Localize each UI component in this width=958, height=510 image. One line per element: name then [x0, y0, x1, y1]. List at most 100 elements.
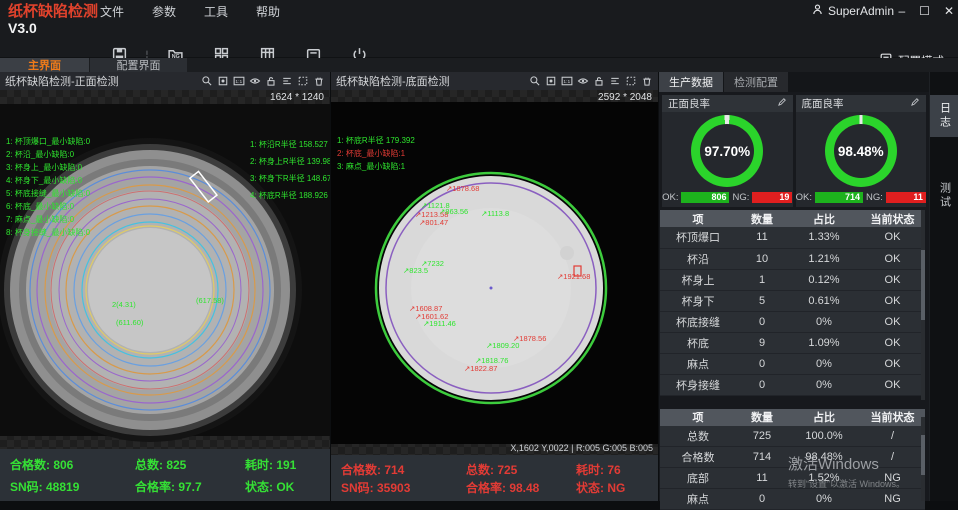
front-viewer-title: 纸杯缺陷检测-正面检测	[5, 73, 200, 89]
defect-marker-label: ↗1809.20	[486, 341, 519, 350]
table-cell: 0	[736, 374, 788, 395]
user-account[interactable]: SuperAdmin	[811, 0, 894, 22]
table-cell: 9	[736, 332, 788, 353]
ng-count: 11	[886, 192, 926, 203]
table-cell: 1	[736, 269, 788, 290]
ng-count: 19	[752, 192, 792, 203]
legend-line: 3: 麻点_最小缺陷:1	[337, 160, 415, 173]
window-controls: – ☐ ✕	[898, 0, 954, 22]
table-row[interactable]: 杯身接缝00%OK	[660, 374, 925, 395]
table-row[interactable]: 总数725100.0%/	[660, 426, 925, 447]
defect-table-scrollbar[interactable]	[921, 210, 925, 400]
table-cell: OK	[860, 290, 925, 311]
table-cell: 0%	[788, 374, 860, 395]
bottom-image-resolution: 2592 * 2048	[598, 92, 652, 103]
lock-icon[interactable]	[264, 75, 277, 88]
minimize-button[interactable]: –	[898, 4, 905, 18]
table-cell: /	[860, 426, 925, 447]
zoom-icon[interactable]	[528, 75, 541, 88]
measure-label: 2(4.31)	[112, 300, 136, 309]
measure-label: (611.60)	[116, 318, 143, 327]
defect-table-container: 项数量占比当前状态杯顶爆口111.33%OK杯沿101.21%OK杯身上10.1…	[659, 210, 929, 396]
menu-item-帮助[interactable]: 帮助	[256, 3, 280, 20]
lock-icon[interactable]	[592, 75, 605, 88]
zoom-icon[interactable]	[200, 75, 213, 88]
menu-item-工具[interactable]: 工具	[204, 3, 228, 20]
front-inspection-viewer: 纸杯缺陷检测-正面检测 1:1 1624 * 1240 1: 杯顶爆口_最小缺陷…	[0, 72, 330, 501]
summary-stats-table: 项数量占比当前状态总数725100.0%/合格数71498.48%/底部111.…	[660, 409, 925, 510]
table-cell: 714	[736, 447, 788, 468]
table-row[interactable]: 杯底接缝00%OK	[660, 311, 925, 332]
edit-pencil-icon[interactable]	[910, 97, 920, 110]
front-viewer-header: 纸杯缺陷检测-正面检测 1:1	[0, 72, 330, 90]
menu-bar: 文件 参数 工具 帮助	[100, 0, 280, 22]
one2one-icon[interactable]: 1:1	[232, 75, 245, 88]
menu-item-文件[interactable]: 文件	[100, 3, 124, 20]
defect-marker-label: ↗801.47	[419, 218, 448, 227]
column-header: 数量	[736, 409, 788, 426]
yield-donut: 97.70%	[691, 115, 763, 187]
table-row[interactable]: 麻点00%NG	[660, 489, 925, 510]
tab-detection-config[interactable]: 检测配置	[724, 72, 788, 92]
menu-item-参数[interactable]: 参数	[152, 3, 176, 20]
measure-label: (617.58)	[196, 296, 224, 305]
gauge-title: 正面良率	[668, 96, 777, 111]
ok-count: 714	[815, 192, 863, 203]
table-cell: OK	[860, 374, 925, 395]
table-cell: OK	[860, 227, 925, 248]
column-header: 当前状态	[860, 409, 925, 426]
bottom-viewer-title: 纸杯缺陷检测-底面检测	[336, 73, 528, 89]
table-cell: 杯身上	[660, 269, 736, 290]
marquee-icon[interactable]	[296, 75, 309, 88]
app-version: V3.0	[8, 20, 98, 36]
bottom-viewer-header: 纸杯缺陷检测-底面检测 1:1	[331, 72, 658, 90]
table-row[interactable]: 杯顶爆口111.33%OK	[660, 227, 925, 248]
table-row[interactable]: 合格数71498.48%/	[660, 447, 925, 468]
table-cell: 0	[736, 489, 788, 510]
tab-production-data[interactable]: 生产数据	[659, 72, 723, 92]
edit-pencil-icon[interactable]	[777, 97, 787, 110]
table-cell: OK	[860, 311, 925, 332]
trash-icon[interactable]	[312, 75, 325, 88]
table-cell: 5	[736, 290, 788, 311]
tab-main[interactable]: 主界面	[0, 58, 89, 72]
table-cell: OK	[860, 269, 925, 290]
bottom-viewer-image[interactable]: 2592 * 2048 1: 杯底R半径 179.3922: 杯底_最小缺陷:1…	[331, 90, 658, 455]
marquee-icon[interactable]	[624, 75, 637, 88]
table-cell: 1.21%	[788, 248, 860, 269]
table-cell: 11	[736, 468, 788, 489]
trash-icon[interactable]	[640, 75, 653, 88]
levels-icon[interactable]	[280, 75, 293, 88]
user-icon	[811, 3, 824, 19]
table-row[interactable]: 底部111.52%NG	[660, 468, 925, 489]
table-row[interactable]: 杯身上10.12%OK	[660, 269, 925, 290]
tab-test[interactable]: 测试	[930, 175, 958, 217]
defect-marker-label: ↗1822.87	[464, 364, 497, 373]
ng-label: NG:	[732, 192, 749, 203]
table-row[interactable]: 杯身下50.61%OK	[660, 290, 925, 311]
maximize-button[interactable]: ☐	[919, 4, 930, 18]
eye-icon[interactable]	[576, 75, 589, 88]
table-cell: 杯底接缝	[660, 311, 736, 332]
table-row[interactable]: 杯沿101.21%OK	[660, 248, 925, 269]
one2one-icon[interactable]: 1:1	[560, 75, 573, 88]
close-button[interactable]: ✕	[944, 4, 954, 18]
fit-icon[interactable]	[216, 75, 229, 88]
eye-icon[interactable]	[248, 75, 261, 88]
levels-icon[interactable]	[608, 75, 621, 88]
fit-icon[interactable]	[544, 75, 557, 88]
yield-percent: 98.48%	[838, 144, 884, 159]
table-cell: 总数	[660, 426, 736, 447]
status-field-合格数: 合格数: 714	[341, 461, 466, 478]
legend-line: 1: 杯底R半径 179.392	[337, 134, 415, 147]
table-header-row: 项数量占比当前状态	[660, 210, 925, 227]
tab-config[interactable]: 配置界面	[90, 58, 187, 72]
table-cell: NG	[860, 489, 925, 510]
table-row[interactable]: 麻点00%OK	[660, 353, 925, 374]
front-viewer-image[interactable]: 1624 * 1240 1: 杯顶爆口_最小缺陷:0 2: 杯沿_最小缺陷:0 …	[0, 90, 330, 449]
defect-marker-label: ↗1921.68	[557, 272, 590, 281]
summary-table-scrollbar[interactable]	[921, 417, 925, 501]
table-row[interactable]: 杯底91.09%OK	[660, 332, 925, 353]
tab-log[interactable]: 日志	[930, 95, 958, 137]
column-header: 占比	[788, 409, 860, 426]
